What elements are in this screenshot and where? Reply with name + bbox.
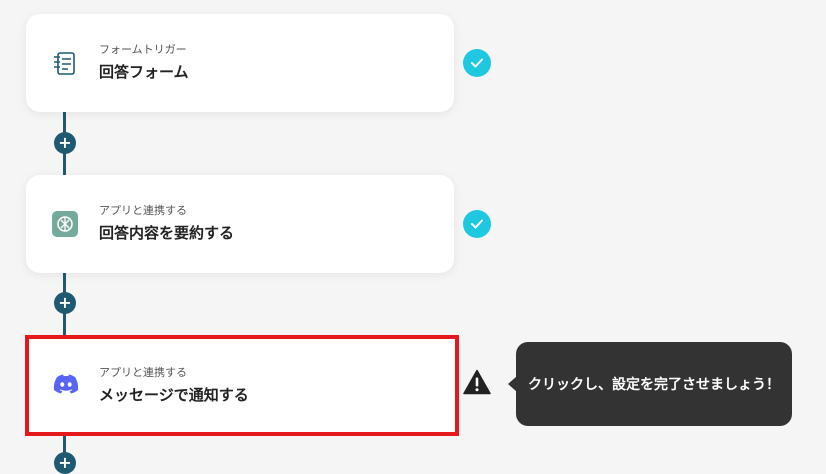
form-icon: [50, 48, 80, 78]
chatgpt-icon: [50, 209, 80, 239]
step-title: メッセージで通知する: [99, 386, 249, 404]
warning-icon: [463, 369, 491, 395]
add-step-button[interactable]: +: [54, 132, 76, 154]
complete-check-icon: [463, 210, 491, 238]
step-subtitle: アプリと連携する: [99, 366, 187, 379]
setup-tooltip: クリックし、設定を完了させましょう！: [516, 342, 792, 426]
tooltip-text: クリックし、設定を完了させましょう！: [528, 377, 780, 393]
complete-check-icon: [463, 49, 491, 77]
add-step-button[interactable]: +: [54, 292, 76, 314]
discord-icon: [51, 369, 81, 399]
step-subtitle: フォームトリガー: [99, 43, 187, 56]
step-title: 回答フォーム: [99, 63, 189, 81]
step-subtitle: アプリと連携する: [99, 204, 187, 217]
step-title: 回答内容を要約する: [99, 224, 235, 242]
add-step-button[interactable]: +: [54, 452, 76, 474]
step-card-summarize[interactable]: アプリと連携する 回答内容を要約する: [26, 175, 454, 273]
step-card-form-trigger[interactable]: フォームトリガー 回答フォーム: [26, 14, 454, 112]
step-card-discord-notify[interactable]: アプリと連携する メッセージで通知する: [25, 335, 459, 436]
